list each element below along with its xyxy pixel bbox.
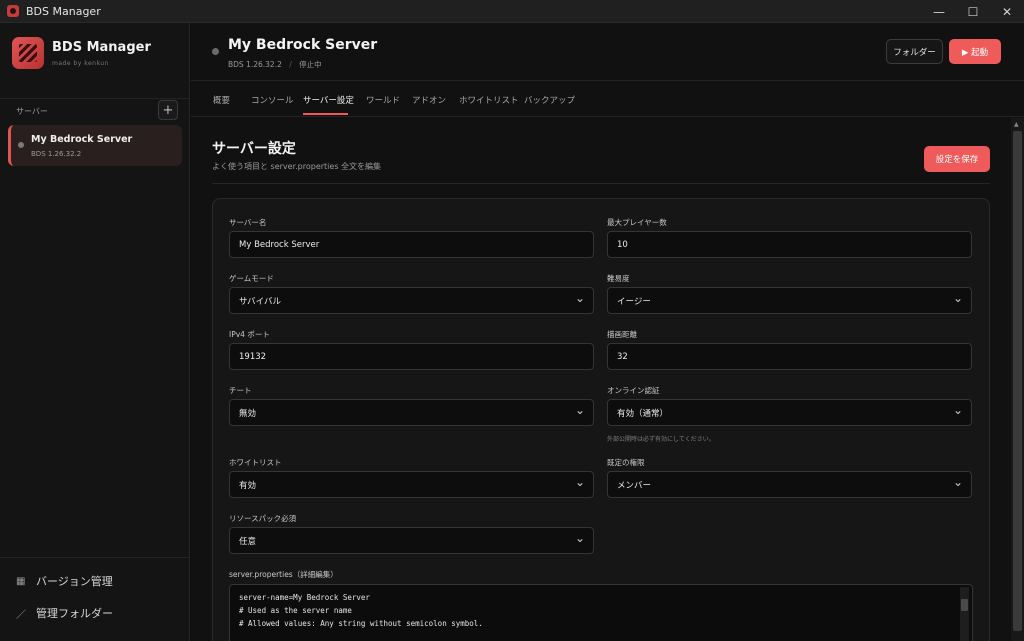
- whitelist-label: ホワイトリスト: [229, 458, 282, 467]
- max-players-label: 最大プレイヤー数: [607, 218, 667, 227]
- properties-line: # Allowed values: Any string without sem…: [239, 619, 483, 628]
- sidebar-server-name: My Bedrock Server: [31, 134, 133, 145]
- difficulty-label: 難易度: [607, 274, 630, 283]
- properties-editor[interactable]: server-name=My Bedrock Server # Used as …: [229, 584, 973, 641]
- gamemode-value: サバイバル: [239, 296, 281, 307]
- app-icon: [7, 5, 19, 17]
- online-mode-select[interactable]: 有効（通常）: [607, 399, 972, 426]
- tab-world[interactable]: ワールド: [366, 94, 400, 106]
- status-dot: [212, 48, 219, 55]
- sidebar-link-label: バージョン管理: [36, 575, 113, 588]
- server-header: My Bedrock Server BDS 1.26.32.2 / 停止中 フォ…: [191, 23, 1024, 81]
- sidebar-bottom-divider: [0, 557, 190, 558]
- online-mode-help: 外部公開時は必ず有効にしてください。: [607, 436, 715, 443]
- server-meta: BDS 1.26.32.2 / 停止中: [228, 59, 322, 70]
- save-settings-button[interactable]: 設定を保存: [924, 146, 990, 172]
- page-title: My Bedrock Server: [228, 37, 378, 53]
- settings-card: サーバー名 My Bedrock Server 最大プレイヤー数 10 ゲームモ…: [212, 198, 990, 641]
- brand-name: BDS Manager: [52, 39, 151, 55]
- gamemode-select[interactable]: サバイバル: [229, 287, 594, 314]
- start-button[interactable]: ▶ 起動: [949, 39, 1001, 64]
- tab-whitelist[interactable]: ホワイトリスト: [459, 94, 519, 106]
- editor-scroll-thumb[interactable]: [961, 599, 968, 611]
- sidebar-item-manage-folder[interactable]: ／ 管理フォルダー: [16, 605, 113, 621]
- active-tab-indicator: [303, 113, 348, 115]
- add-server-button[interactable]: +: [158, 100, 178, 120]
- sidebar: BDS Manager made by kenkun サーバー + My Bed…: [0, 23, 190, 641]
- settings-title: サーバー設定: [212, 141, 296, 157]
- online-mode-value: 有効（通常）: [617, 408, 669, 419]
- tab-server-settings[interactable]: サーバー設定: [303, 94, 354, 106]
- tab-backup[interactable]: バックアップ: [524, 94, 575, 106]
- minimize-button[interactable]: —: [922, 0, 956, 23]
- brand: BDS Manager made by kenkun: [12, 37, 151, 69]
- properties-line: # Used as the server name: [239, 606, 352, 615]
- close-button[interactable]: ✕: [990, 0, 1024, 23]
- properties-label: server.properties（詳細編集）: [229, 570, 338, 579]
- tab-overview[interactable]: 概要: [213, 94, 230, 106]
- main-panel: My Bedrock Server BDS 1.26.32.2 / 停止中 フォ…: [191, 23, 1024, 641]
- whitelist-value: 有効: [239, 480, 257, 491]
- view-distance-label: 描画距離: [607, 330, 637, 339]
- window-controls: — ☐ ✕: [922, 0, 1024, 23]
- properties-line: server-name=My Bedrock Server: [239, 593, 370, 602]
- server-section-label: サーバー: [16, 107, 48, 116]
- sidebar-item-server[interactable]: My Bedrock Server BDS 1.26.32.2: [8, 125, 182, 166]
- server-name-input[interactable]: My Bedrock Server: [229, 231, 594, 258]
- main-scroll-thumb[interactable]: [1013, 131, 1022, 631]
- section-divider: [212, 183, 990, 184]
- whitelist-select[interactable]: 有効: [229, 471, 594, 498]
- default-permission-select[interactable]: メンバー: [607, 471, 972, 498]
- pencil-icon: ／: [16, 609, 26, 621]
- online-mode-label: オンライン認証: [607, 386, 660, 395]
- list-icon: ▦: [16, 575, 26, 587]
- server-version: BDS 1.26.32.2: [228, 60, 282, 69]
- sidebar-server-version: BDS 1.26.32.2: [31, 150, 82, 158]
- scroll-up-icon[interactable]: ▲: [1014, 121, 1019, 128]
- difficulty-select[interactable]: イージー: [607, 287, 972, 314]
- brand-subtitle: made by kenkun: [52, 59, 109, 67]
- brand-logo-icon: [12, 37, 44, 69]
- difficulty-value: イージー: [617, 296, 651, 307]
- server-name-label: サーバー名: [229, 218, 267, 227]
- resource-pack-label: リソースパック必須: [229, 514, 297, 523]
- meta-separator: /: [289, 60, 292, 69]
- tab-console[interactable]: コンソール: [251, 94, 294, 106]
- server-status-dot: [18, 142, 24, 148]
- cheats-value: 無効: [239, 408, 257, 419]
- title-bar: BDS Manager — ☐ ✕: [0, 0, 1024, 23]
- tab-bar: 概要 コンソール サーバー設定 ワールド アドオン ホワイトリスト バックアップ: [191, 82, 1024, 117]
- settings-content: サーバー設定 よく使う項目と server.properties 全文を編集 設…: [191, 118, 1011, 641]
- ipv4-port-label: IPv4 ポート: [229, 330, 270, 339]
- tab-addons[interactable]: アドオン: [412, 94, 446, 106]
- resource-pack-value: 任意: [239, 536, 257, 547]
- window-title: BDS Manager: [26, 4, 101, 18]
- server-status: 停止中: [299, 60, 322, 69]
- default-permission-value: メンバー: [617, 480, 652, 491]
- resource-pack-select[interactable]: 任意: [229, 527, 594, 554]
- maximize-button[interactable]: ☐: [956, 0, 990, 23]
- settings-subtitle: よく使う項目と server.properties 全文を編集: [212, 162, 382, 171]
- cheats-select[interactable]: 無効: [229, 399, 594, 426]
- view-distance-input[interactable]: 32: [607, 343, 972, 370]
- ipv4-port-input[interactable]: 19132: [229, 343, 594, 370]
- gamemode-label: ゲームモード: [229, 274, 274, 283]
- main-scrollbar[interactable]: ▲: [1011, 118, 1024, 641]
- max-players-input[interactable]: 10: [607, 231, 972, 258]
- editor-scrollbar[interactable]: [960, 587, 969, 641]
- sidebar-link-label: 管理フォルダー: [36, 607, 113, 620]
- cheats-label: チート: [229, 386, 252, 395]
- folder-button[interactable]: フォルダー: [886, 39, 943, 64]
- sidebar-item-version-manager[interactable]: ▦ バージョン管理: [16, 573, 113, 589]
- default-permission-label: 既定の権限: [607, 458, 645, 467]
